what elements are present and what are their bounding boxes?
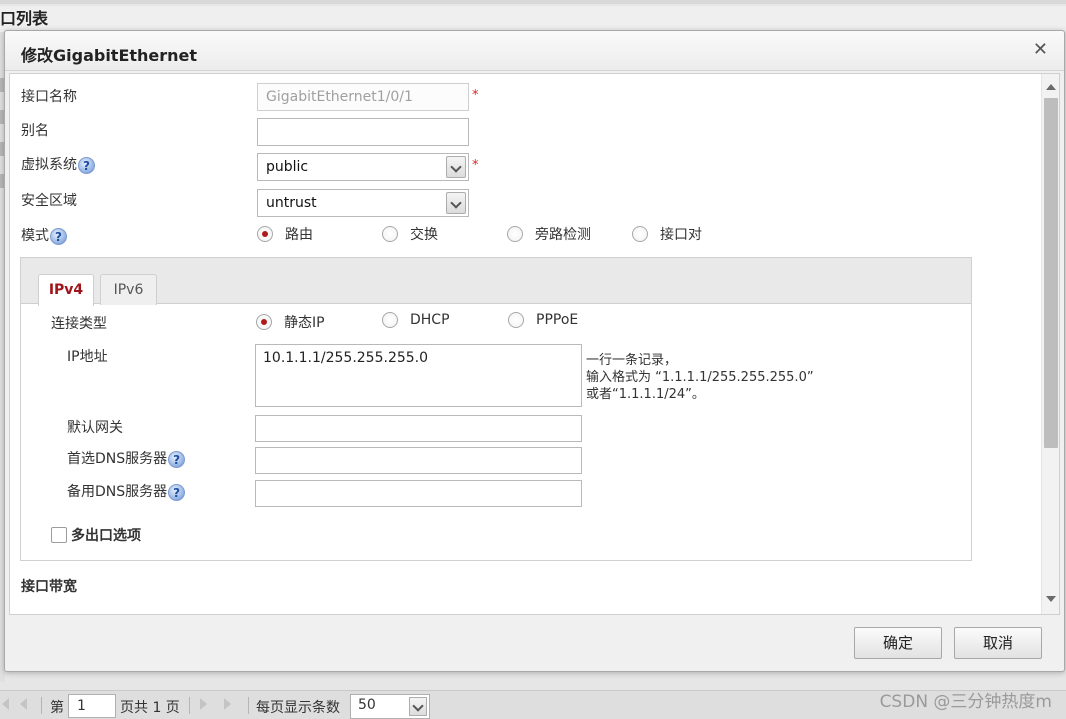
scrollbar-thumb[interactable] [1044,98,1058,448]
radio-icon [632,226,648,242]
watermark: CSDN @三分钟热度m [879,692,1052,712]
ip-address-textarea[interactable]: 10.1.1.1/255.255.255.0 [255,344,582,407]
interface-name-label: 接口名称 [21,89,77,105]
vertical-scrollbar[interactable] [1041,74,1059,614]
page-size-value: 50 [358,697,376,713]
scroll-up-icon[interactable] [1046,84,1056,90]
mode-radio-switch[interactable]: 交换 [382,224,438,244]
radio-icon [382,226,398,242]
help-icon[interactable]: ? [78,156,95,174]
mode-radio-pair[interactable]: 接口对 [632,224,702,244]
conn-option-label: PPPoE [536,312,579,328]
hint-line: 或者“1.1.1.1/24”。 [586,387,705,402]
divider [189,697,190,714]
last-page-icon[interactable] [224,698,231,710]
divider [41,697,42,714]
page-size-select[interactable]: 50 [350,694,430,719]
secondary-dns-label-text: 备用DNS服务器 [67,484,168,500]
tab-ipv4[interactable]: IPv4 [38,274,94,306]
ip-address-label: IP地址 [67,349,108,365]
virtual-system-label-text: 虚拟系统 [21,157,77,173]
virtual-system-select[interactable]: public [257,153,469,181]
alias-field[interactable] [257,118,469,146]
checkbox-icon[interactable] [51,527,67,543]
radio-selected-icon [256,314,272,330]
radio-icon [382,312,398,328]
mode-option-label: 路由 [285,227,313,243]
next-page-icon[interactable] [200,698,207,710]
dialog-body: 接口名称 GigabitEthernet1/0/1 * 别名 虚拟系统? pub… [9,73,1060,615]
virtual-system-value: public [266,159,309,175]
interface-name-field: GigabitEthernet1/0/1 [257,83,469,111]
alias-label: 别名 [21,123,49,139]
security-zone-label: 安全区域 [21,193,77,209]
close-icon[interactable]: ✕ [1033,41,1048,59]
virtual-system-label: 虚拟系统? [21,154,95,174]
required-mark: * [472,88,479,103]
security-zone-value: untrust [266,195,317,211]
multi-egress-checkbox[interactable]: 多出口选项 [51,525,141,545]
mode-option-label: 交换 [410,227,438,243]
mode-radio-bypass[interactable]: 旁路检测 [507,224,591,244]
mode-option-label: 旁路检测 [535,227,591,243]
bandwidth-section-title: 接口带宽 [21,579,77,595]
mode-label-text: 模式 [21,228,49,244]
primary-dns-label-text: 首选DNS服务器 [67,451,168,467]
default-gateway-label: 默认网关 [67,420,123,436]
conn-radio-dhcp[interactable]: DHCP [382,312,450,328]
primary-dns-field[interactable] [255,447,582,474]
radio-icon [507,226,523,242]
page-prefix: 第 [50,700,64,716]
mode-option-label: 接口对 [660,227,702,243]
multi-egress-label: 多出口选项 [71,528,141,544]
dialog-header: 修改GigabitEthernet ✕ [5,31,1064,71]
hint-line: 输入格式为 “1.1.1.1/255.255.255.0” [586,370,814,385]
tab-ipv6[interactable]: IPv6 [100,274,157,305]
hint-line: 一行一条记录， [586,353,678,368]
conn-option-label: 静态IP [284,315,325,331]
divider [248,697,249,714]
ip-address-hint: 一行一条记录， 输入格式为 “1.1.1.1/255.255.255.0” 或者… [586,352,814,403]
security-zone-select[interactable]: untrust [257,189,469,217]
chevron-down-icon[interactable] [446,192,466,214]
page-number-input[interactable]: 1 [68,694,116,718]
cancel-button[interactable]: 取消 [954,627,1042,659]
required-mark: * [472,158,479,173]
ip-tab-panel: IPv4 IPv6 连接类型 静态IP DHCP PPPoE IP地址 10.1… [20,257,972,561]
secondary-dns-field[interactable] [255,480,582,507]
page-size-label: 每页显示条数 [256,700,340,716]
prev-page-icon[interactable] [20,698,27,710]
first-page-icon[interactable] [2,698,9,710]
chevron-down-icon[interactable] [409,697,427,716]
conn-radio-pppoe[interactable]: PPPoE [508,312,578,328]
connection-type-label: 连接类型 [51,316,107,332]
chevron-down-icon[interactable] [446,156,466,178]
mode-radio-route[interactable]: 路由 [257,224,313,244]
default-gateway-field[interactable] [255,415,582,442]
tab-strip: IPv4 IPv6 [21,258,971,306]
secondary-dns-label: 备用DNS服务器? [67,481,186,501]
scroll-down-icon[interactable] [1046,596,1056,602]
help-icon[interactable]: ? [168,483,186,501]
radio-selected-icon [257,226,273,242]
radio-icon [508,312,524,328]
help-icon[interactable]: ? [50,227,67,245]
help-icon[interactable]: ? [168,450,186,468]
conn-option-label: DHCP [410,312,450,328]
dialog-title: 修改GigabitEthernet [21,46,198,65]
edit-interface-dialog: 修改GigabitEthernet ✕ 接口名称 GigabitEthernet… [4,30,1065,672]
background-top-bar [0,0,1066,4]
confirm-button[interactable]: 确定 [854,627,942,659]
mode-label: 模式? [21,225,67,245]
primary-dns-label: 首选DNS服务器? [67,448,186,468]
background-page-title: 口列表 [0,6,1066,32]
conn-radio-static[interactable]: 静态IP [256,312,325,332]
page-total: 页共 1 页 [120,700,180,716]
